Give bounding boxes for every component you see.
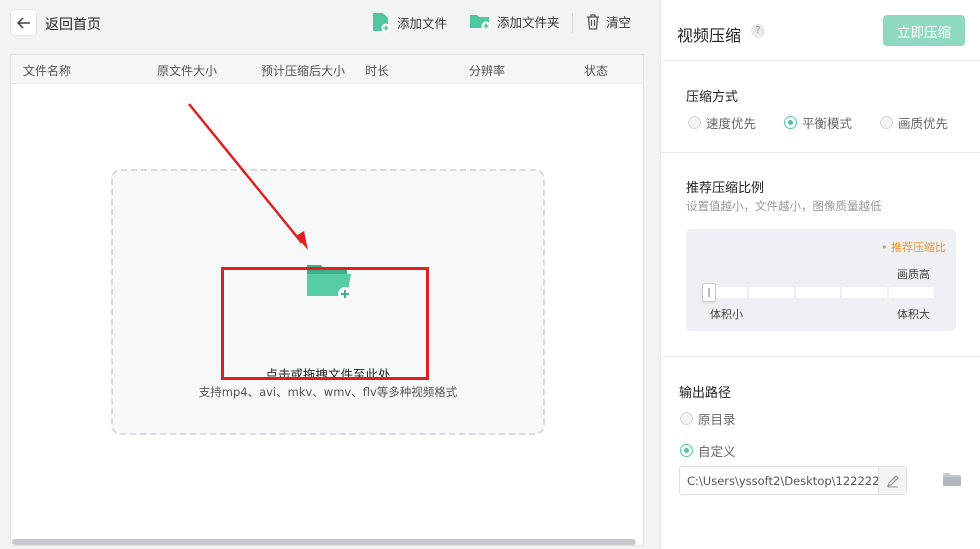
compress-now-button[interactable]: 立即压缩 — [883, 15, 965, 46]
slider-segment[interactable] — [795, 287, 841, 298]
add-file-button[interactable]: 添加文件 — [371, 12, 447, 33]
radio-checked-icon — [680, 444, 693, 457]
clear-label: 清空 — [606, 15, 632, 30]
slider-segment[interactable] — [748, 287, 794, 298]
radio-label: 画质优先 — [898, 116, 949, 131]
output-path-field[interactable]: C:\Users\yssoft2\Desktop\1222222222 — [679, 466, 907, 495]
horizontal-scrollbar[interactable] — [12, 539, 636, 545]
divider — [661, 152, 980, 153]
folder-add-icon — [307, 265, 352, 301]
ratio-slider-track[interactable] — [702, 287, 934, 298]
column-header: 文件名称 — [23, 64, 72, 78]
ratio-title: 推荐压缩比例 — [686, 181, 765, 196]
output-path-value: C:\Users\yssoft2\Desktop\1222222222 — [687, 474, 881, 488]
drop-zone-subtitle: 支持mp4、avi、mkv、wmv、flv等多种视频格式 — [198, 385, 458, 399]
volume-large-label: 体积大 — [897, 308, 930, 321]
back-button[interactable] — [10, 9, 37, 36]
radio-label: 原目录 — [698, 412, 736, 427]
volume-small-label: 体积小 — [710, 308, 743, 321]
slider-segment[interactable] — [889, 287, 934, 298]
output-original-radio[interactable]: 原目录 — [680, 409, 736, 428]
radio-label: 速度优先 — [706, 116, 757, 131]
pen-icon — [886, 474, 899, 487]
drop-zone[interactable]: 点击或拖拽文件至此处 支持mp4、avi、mkv、wmv、flv等多种视频格式 — [111, 169, 545, 435]
ratio-card: • 推荐压缩比 画质高 体积小 体积大 — [686, 229, 956, 331]
radio-unchecked-icon — [688, 116, 701, 129]
column-header: 时长 — [365, 64, 390, 78]
mode-speed-radio[interactable]: 速度优先 — [688, 113, 756, 132]
file-list-area: 返回首页 添加文件 添加文件夹 清空 文件名称 原文件大小 预计压缩后大小 时长 — [0, 0, 652, 549]
radio-unchecked-icon — [880, 116, 893, 129]
add-folder-icon — [470, 15, 491, 31]
panel-title: 视频压缩 — [677, 26, 742, 45]
file-table: 文件名称 原文件大小 预计压缩后大小 时长 分辨率 状态 点击或拖拽文件至此处 … — [10, 54, 644, 546]
browse-folder-icon[interactable] — [942, 471, 962, 487]
column-header: 预计压缩后大小 — [261, 64, 346, 78]
edit-path-button[interactable] — [878, 467, 906, 494]
trash-icon — [587, 13, 599, 30]
back-home-label[interactable]: 返回首页 — [45, 14, 101, 34]
add-folder-button[interactable]: 添加文件夹 — [469, 12, 560, 31]
settings-panel: 视频压缩 ? 立即压缩 压缩方式 速度优先 平衡模式 画质优先 推荐压缩比例 设… — [660, 0, 980, 549]
slider-segment[interactable] — [842, 287, 888, 298]
ratio-slider-handle[interactable] — [702, 283, 716, 302]
column-header: 原文件大小 — [157, 64, 218, 78]
mode-quality-radio[interactable]: 画质优先 — [880, 113, 948, 132]
divider — [661, 60, 980, 61]
column-header: 分辨率 — [469, 64, 506, 78]
output-custom-radio[interactable]: 自定义 — [680, 441, 736, 460]
radio-label: 平衡模式 — [802, 116, 853, 131]
radio-unchecked-icon — [680, 412, 693, 425]
radio-checked-icon — [784, 116, 797, 129]
compress-mode-title: 压缩方式 — [686, 90, 739, 105]
divider — [661, 356, 980, 357]
table-header: 文件名称 原文件大小 预计压缩后大小 时长 分辨率 状态 — [11, 55, 643, 84]
radio-label: 自定义 — [698, 444, 736, 459]
column-header: 状态 — [584, 64, 609, 78]
output-path-title: 输出路径 — [679, 386, 732, 401]
recommended-ratio-label: • 推荐压缩比 — [881, 241, 946, 254]
ratio-hint: 设置值越小，文件越小，图像质量越低 — [686, 199, 882, 213]
quality-high-label: 画质高 — [897, 268, 930, 281]
add-file-icon — [373, 13, 391, 33]
toolbar-divider — [572, 13, 573, 33]
drop-zone-title: 点击或拖拽文件至此处 — [265, 367, 391, 382]
help-icon[interactable]: ? — [751, 24, 765, 38]
add-folder-label: 添加文件夹 — [497, 15, 560, 30]
mode-balanced-radio[interactable]: 平衡模式 — [784, 113, 852, 132]
add-file-label: 添加文件 — [397, 16, 448, 31]
arrow-left-icon — [16, 16, 30, 29]
clear-button[interactable]: 清空 — [586, 12, 631, 31]
